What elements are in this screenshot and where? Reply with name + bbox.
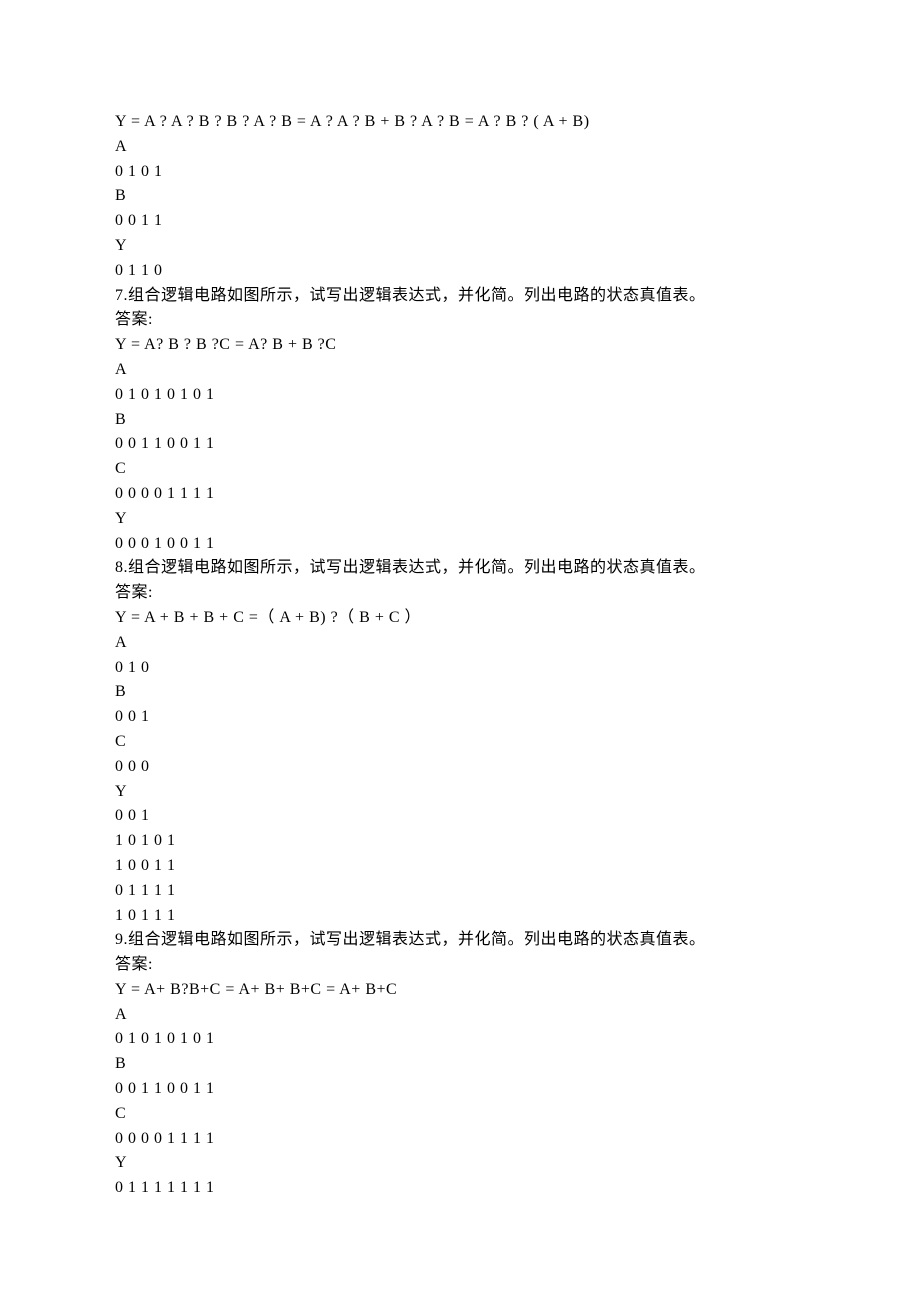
- document-page: Y = A ? A ? B ? B ? A ? B = A ? A ? B + …: [0, 0, 920, 1302]
- text-line: Y: [115, 1151, 805, 1176]
- text-line: A: [115, 358, 805, 383]
- text-line: B: [115, 184, 805, 209]
- text-line: 0 1 0 1 0 1 0 1: [115, 1027, 805, 1052]
- text-line: A: [115, 631, 805, 656]
- text-line: 0 1 0 1 0 1 0 1: [115, 383, 805, 408]
- text-line: 0 1 0: [115, 656, 805, 681]
- text-line: Y: [115, 507, 805, 532]
- text-line: C: [115, 1102, 805, 1127]
- text-line: C: [115, 457, 805, 482]
- text-line: Y = A+ B?B+C = A+ B+ B+C = A+ B+C: [115, 978, 805, 1003]
- text-line: 0 0 1 1: [115, 209, 805, 234]
- text-line: 0 0 1 1 0 0 1 1: [115, 432, 805, 457]
- text-line: C: [115, 730, 805, 755]
- text-line: 0 1 0 1: [115, 160, 805, 185]
- text-line: 0 0 1 1 0 0 1 1: [115, 1077, 805, 1102]
- text-line: B: [115, 408, 805, 433]
- text-line: 0 0 0: [115, 755, 805, 780]
- text-line: 1 0 1 0 1: [115, 829, 805, 854]
- text-line: 0 1 1 1 1: [115, 879, 805, 904]
- text-line: 0 1 1 0: [115, 259, 805, 284]
- text-line: 答案:: [115, 953, 805, 978]
- text-line: 0 0 0 0 1 1 1 1: [115, 1127, 805, 1152]
- text-line: 0 0 1: [115, 705, 805, 730]
- text-line: Y = A? B ? B ?C = A? B + B ?C: [115, 333, 805, 358]
- text-line: Y: [115, 780, 805, 805]
- text-line: 1 0 0 1 1: [115, 854, 805, 879]
- text-line: 0 0 0 1 0 0 1 1: [115, 532, 805, 557]
- text-line: Y: [115, 234, 805, 259]
- text-line: 9.组合逻辑电路如图所示，试写出逻辑表达式，并化简。列出电路的状态真值表。: [115, 928, 805, 953]
- text-line: 答案:: [115, 581, 805, 606]
- text-line: Y = A ? A ? B ? B ? A ? B = A ? A ? B + …: [115, 110, 805, 135]
- text-line: 1 0 1 1 1: [115, 904, 805, 929]
- text-line: 答案:: [115, 308, 805, 333]
- text-line: 7.组合逻辑电路如图所示，试写出逻辑表达式，并化简。列出电路的状态真值表。: [115, 284, 805, 309]
- text-line: 0 0 0 0 1 1 1 1: [115, 482, 805, 507]
- text-line: 8.组合逻辑电路如图所示，试写出逻辑表达式，并化简。列出电路的状态真值表。: [115, 556, 805, 581]
- text-line: A: [115, 1003, 805, 1028]
- text-line: A: [115, 135, 805, 160]
- text-line: B: [115, 1052, 805, 1077]
- text-line: 0 1 1 1 1 1 1 1: [115, 1176, 805, 1201]
- text-line: 0 0 1: [115, 804, 805, 829]
- text-line: B: [115, 680, 805, 705]
- text-line: Y = A + B + B + C =（ A + B) ?（ B + C ）: [115, 606, 805, 631]
